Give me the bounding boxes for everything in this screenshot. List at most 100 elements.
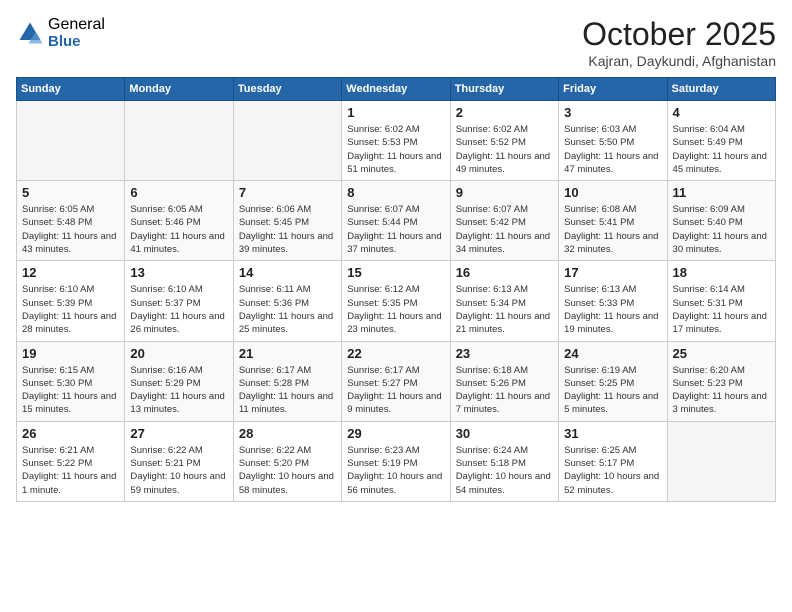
week-row-2: 5Sunrise: 6:05 AM Sunset: 5:48 PM Daylig…	[17, 181, 776, 261]
header-sunday: Sunday	[17, 78, 125, 101]
day-info: Sunrise: 6:17 AM Sunset: 5:27 PM Dayligh…	[347, 364, 444, 417]
day-number: 10	[564, 185, 661, 200]
table-row: 29 Sunrise: 6:23 AM Sunset: 5:19 PM Dayli…	[342, 421, 450, 501]
day-info: Sunrise: 6:03 AM Sunset: 5:50 PM Dayligh…	[564, 123, 661, 176]
logo: General Blue	[16, 16, 105, 50]
table-row: 12 Sunrise: 6:10 AM Sunset: 5:39 PM Dayli…	[17, 261, 125, 341]
table-row: 30Sunrise: 6:24 AM Sunset: 5:18 PM Dayli…	[450, 421, 558, 501]
day-info: Sunrise: 6:17 AM Sunset: 5:28 PM Dayligh…	[239, 364, 336, 417]
table-row: 8 Sunrise: 6:07 AM Sunset: 5:44 PM Daylig…	[342, 181, 450, 261]
table-row: 1Sunrise: 6:02 AM Sunset: 5:53 PM Daylig…	[342, 101, 450, 181]
day-number: 1	[347, 105, 444, 120]
table-row: 23 Sunrise: 6:18 AM Sunset: 5:26 PM Dayli…	[450, 341, 558, 421]
day-info: Sunrise: 6:06 AM Sunset: 5:45 PM Dayligh…	[239, 203, 336, 256]
table-row: 25Sunrise: 6:20 AM Sunset: 5:23 PM Dayli…	[667, 341, 775, 421]
day-number: 8	[347, 185, 444, 200]
day-number: 20	[130, 346, 227, 361]
table-row: 4Sunrise: 6:04 AM Sunset: 5:49 PM Daylig…	[667, 101, 775, 181]
table-row: 22 Sunrise: 6:17 AM Sunset: 5:27 PM Dayli…	[342, 341, 450, 421]
table-row: 31 Sunrise: 6:25 AM Sunset: 5:17 PM Dayli…	[559, 421, 667, 501]
day-info: Sunrise: 6:21 AM Sunset: 5:22 PM Dayligh…	[22, 444, 119, 497]
day-number: 29	[347, 426, 444, 441]
day-info: Sunrise: 6:15 AM Sunset: 5:30 PM Dayligh…	[22, 364, 119, 417]
day-number: 11	[673, 185, 770, 200]
day-info: Sunrise: 6:13 AM Sunset: 5:33 PM Dayligh…	[564, 283, 661, 336]
day-info: Sunrise: 6:14 AM Sunset: 5:31 PM Dayligh…	[673, 283, 770, 336]
table-row: 13Sunrise: 6:10 AM Sunset: 5:37 PM Dayli…	[125, 261, 233, 341]
table-row	[233, 101, 341, 181]
day-number: 21	[239, 346, 336, 361]
table-row: 28 Sunrise: 6:22 AM Sunset: 5:20 PM Dayli…	[233, 421, 341, 501]
table-row: 20 Sunrise: 6:16 AM Sunset: 5:29 PM Dayli…	[125, 341, 233, 421]
day-info: Sunrise: 6:22 AM Sunset: 5:21 PM Dayligh…	[130, 444, 227, 497]
day-info: Sunrise: 6:07 AM Sunset: 5:42 PM Dayligh…	[456, 203, 553, 256]
day-info: Sunrise: 6:04 AM Sunset: 5:49 PM Dayligh…	[673, 123, 770, 176]
day-number: 17	[564, 265, 661, 280]
day-number: 24	[564, 346, 661, 361]
table-row: 5Sunrise: 6:05 AM Sunset: 5:48 PM Daylig…	[17, 181, 125, 261]
table-row	[125, 101, 233, 181]
day-number: 2	[456, 105, 553, 120]
week-row-3: 12 Sunrise: 6:10 AM Sunset: 5:39 PM Dayli…	[17, 261, 776, 341]
day-info: Sunrise: 6:18 AM Sunset: 5:26 PM Dayligh…	[456, 364, 553, 417]
day-number: 30	[456, 426, 553, 441]
table-row: 15Sunrise: 6:12 AM Sunset: 5:35 PM Dayli…	[342, 261, 450, 341]
table-row	[667, 421, 775, 501]
day-number: 12	[22, 265, 119, 280]
day-info: Sunrise: 6:11 AM Sunset: 5:36 PM Dayligh…	[239, 283, 336, 336]
day-number: 23	[456, 346, 553, 361]
day-info: Sunrise: 6:09 AM Sunset: 5:40 PM Dayligh…	[673, 203, 770, 256]
table-row: 24 Sunrise: 6:19 AM Sunset: 5:25 PM Dayli…	[559, 341, 667, 421]
week-row-5: 26 Sunrise: 6:21 AM Sunset: 5:22 PM Dayli…	[17, 421, 776, 501]
week-row-4: 19 Sunrise: 6:15 AM Sunset: 5:30 PM Dayli…	[17, 341, 776, 421]
table-row: 17 Sunrise: 6:13 AM Sunset: 5:33 PM Dayli…	[559, 261, 667, 341]
table-row: 19 Sunrise: 6:15 AM Sunset: 5:30 PM Dayli…	[17, 341, 125, 421]
day-info: Sunrise: 6:05 AM Sunset: 5:48 PM Dayligh…	[22, 203, 119, 256]
day-info: Sunrise: 6:25 AM Sunset: 5:17 PM Dayligh…	[564, 444, 661, 497]
day-info: Sunrise: 6:13 AM Sunset: 5:34 PM Dayligh…	[456, 283, 553, 336]
logo-text: General Blue	[48, 16, 105, 50]
day-number: 25	[673, 346, 770, 361]
day-number: 22	[347, 346, 444, 361]
table-row: 27 Sunrise: 6:22 AM Sunset: 5:21 PM Dayli…	[125, 421, 233, 501]
day-number: 27	[130, 426, 227, 441]
day-info: Sunrise: 6:16 AM Sunset: 5:29 PM Dayligh…	[130, 364, 227, 417]
day-info: Sunrise: 6:07 AM Sunset: 5:44 PM Dayligh…	[347, 203, 444, 256]
header-tuesday: Tuesday	[233, 78, 341, 101]
month-title: October 2025	[582, 16, 776, 53]
location: Kajran, Daykundi, Afghanistan	[582, 53, 776, 69]
table-row	[17, 101, 125, 181]
day-number: 15	[347, 265, 444, 280]
table-row: 10 Sunrise: 6:08 AM Sunset: 5:41 PM Dayli…	[559, 181, 667, 261]
day-info: Sunrise: 6:23 AM Sunset: 5:19 PM Dayligh…	[347, 444, 444, 497]
day-number: 9	[456, 185, 553, 200]
day-number: 28	[239, 426, 336, 441]
weekday-header-row: Sunday Monday Tuesday Wednesday Thursday…	[17, 78, 776, 101]
day-number: 31	[564, 426, 661, 441]
header-monday: Monday	[125, 78, 233, 101]
day-number: 18	[673, 265, 770, 280]
table-row: 6Sunrise: 6:05 AM Sunset: 5:46 PM Daylig…	[125, 181, 233, 261]
table-row: 21 Sunrise: 6:17 AM Sunset: 5:28 PM Dayli…	[233, 341, 341, 421]
table-row: 3Sunrise: 6:03 AM Sunset: 5:50 PM Daylig…	[559, 101, 667, 181]
table-row: 18 Sunrise: 6:14 AM Sunset: 5:31 PM Dayli…	[667, 261, 775, 341]
header-friday: Friday	[559, 78, 667, 101]
table-row: 16Sunrise: 6:13 AM Sunset: 5:34 PM Dayli…	[450, 261, 558, 341]
table-row: 26 Sunrise: 6:21 AM Sunset: 5:22 PM Dayli…	[17, 421, 125, 501]
day-info: Sunrise: 6:19 AM Sunset: 5:25 PM Dayligh…	[564, 364, 661, 417]
page-header: General Blue October 2025 Kajran, Daykun…	[16, 16, 776, 69]
day-info: Sunrise: 6:08 AM Sunset: 5:41 PM Dayligh…	[564, 203, 661, 256]
table-row: 7Sunrise: 6:06 AM Sunset: 5:45 PM Daylig…	[233, 181, 341, 261]
day-number: 26	[22, 426, 119, 441]
day-info: Sunrise: 6:10 AM Sunset: 5:39 PM Dayligh…	[22, 283, 119, 336]
header-thursday: Thursday	[450, 78, 558, 101]
week-row-1: 1Sunrise: 6:02 AM Sunset: 5:53 PM Daylig…	[17, 101, 776, 181]
header-saturday: Saturday	[667, 78, 775, 101]
day-info: Sunrise: 6:22 AM Sunset: 5:20 PM Dayligh…	[239, 444, 336, 497]
day-number: 19	[22, 346, 119, 361]
logo-icon	[16, 19, 44, 47]
logo-general: General	[48, 16, 105, 34]
header-wednesday: Wednesday	[342, 78, 450, 101]
day-number: 14	[239, 265, 336, 280]
day-info: Sunrise: 6:10 AM Sunset: 5:37 PM Dayligh…	[130, 283, 227, 336]
